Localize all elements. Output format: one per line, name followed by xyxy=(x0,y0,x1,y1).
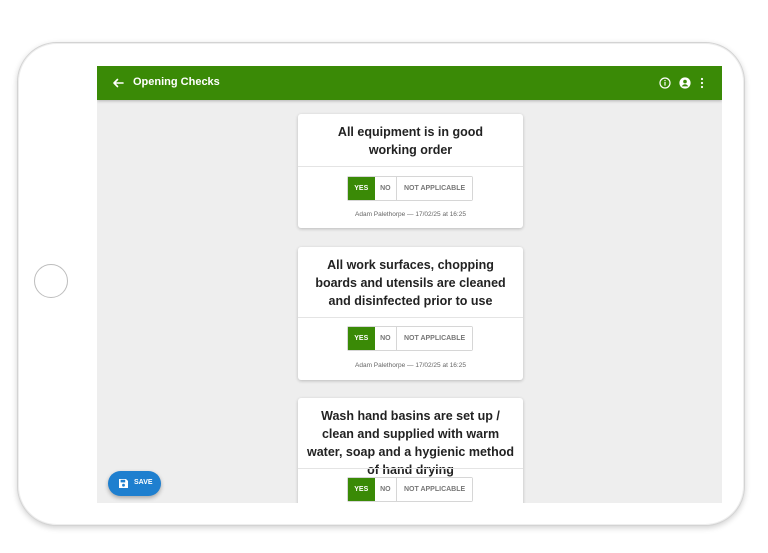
answer-toggle-group: YES NO NOT APPLICABLE xyxy=(347,176,473,201)
back-arrow-icon[interactable] xyxy=(110,75,126,91)
info-icon[interactable] xyxy=(659,77,671,89)
yes-button[interactable]: YES xyxy=(348,327,375,350)
card-divider xyxy=(298,317,523,318)
check-meta: Adam Palethorpe — 17/02/25 at 16:25 xyxy=(355,211,466,218)
app-bar: Opening Checks xyxy=(97,66,722,100)
check-card: All work surfaces, chopping boards and u… xyxy=(298,247,523,380)
save-icon xyxy=(119,479,128,488)
not-applicable-button[interactable]: NOT APPLICABLE xyxy=(397,478,472,501)
not-applicable-button[interactable]: NOT APPLICABLE xyxy=(397,327,472,350)
save-label: SAVE xyxy=(134,479,153,486)
save-button[interactable]: SAVE xyxy=(108,471,161,496)
app-screen: Opening Checks All equipment is in good … xyxy=(97,66,722,503)
check-question: Wash hand basins are set up / clean and … xyxy=(307,409,514,477)
check-card: Wash hand basins are set up / clean and … xyxy=(298,398,523,503)
card-divider xyxy=(298,166,523,167)
no-button[interactable]: NO xyxy=(374,327,398,350)
no-button[interactable]: NO xyxy=(374,177,398,200)
not-applicable-button[interactable]: NOT APPLICABLE xyxy=(397,177,472,200)
yes-button[interactable]: YES xyxy=(348,478,375,501)
yes-button[interactable]: YES xyxy=(348,177,375,200)
more-vert-icon[interactable] xyxy=(700,77,704,89)
page-title: Opening Checks xyxy=(133,76,220,88)
no-button[interactable]: NO xyxy=(374,478,398,501)
tablet-home-button[interactable] xyxy=(34,264,68,298)
card-divider xyxy=(298,468,523,469)
account-icon[interactable] xyxy=(679,77,691,89)
check-question: All work surfaces, chopping boards and u… xyxy=(315,258,506,308)
check-meta: Adam Palethorpe — 17/02/25 at 16:25 xyxy=(355,362,466,369)
check-question: All equipment is in good working order xyxy=(337,125,484,157)
answer-toggle-group: YES NO NOT APPLICABLE xyxy=(347,326,473,351)
answer-toggle-group: YES NO NOT APPLICABLE xyxy=(347,477,473,502)
check-card: All equipment is in good working order Y… xyxy=(298,114,523,228)
